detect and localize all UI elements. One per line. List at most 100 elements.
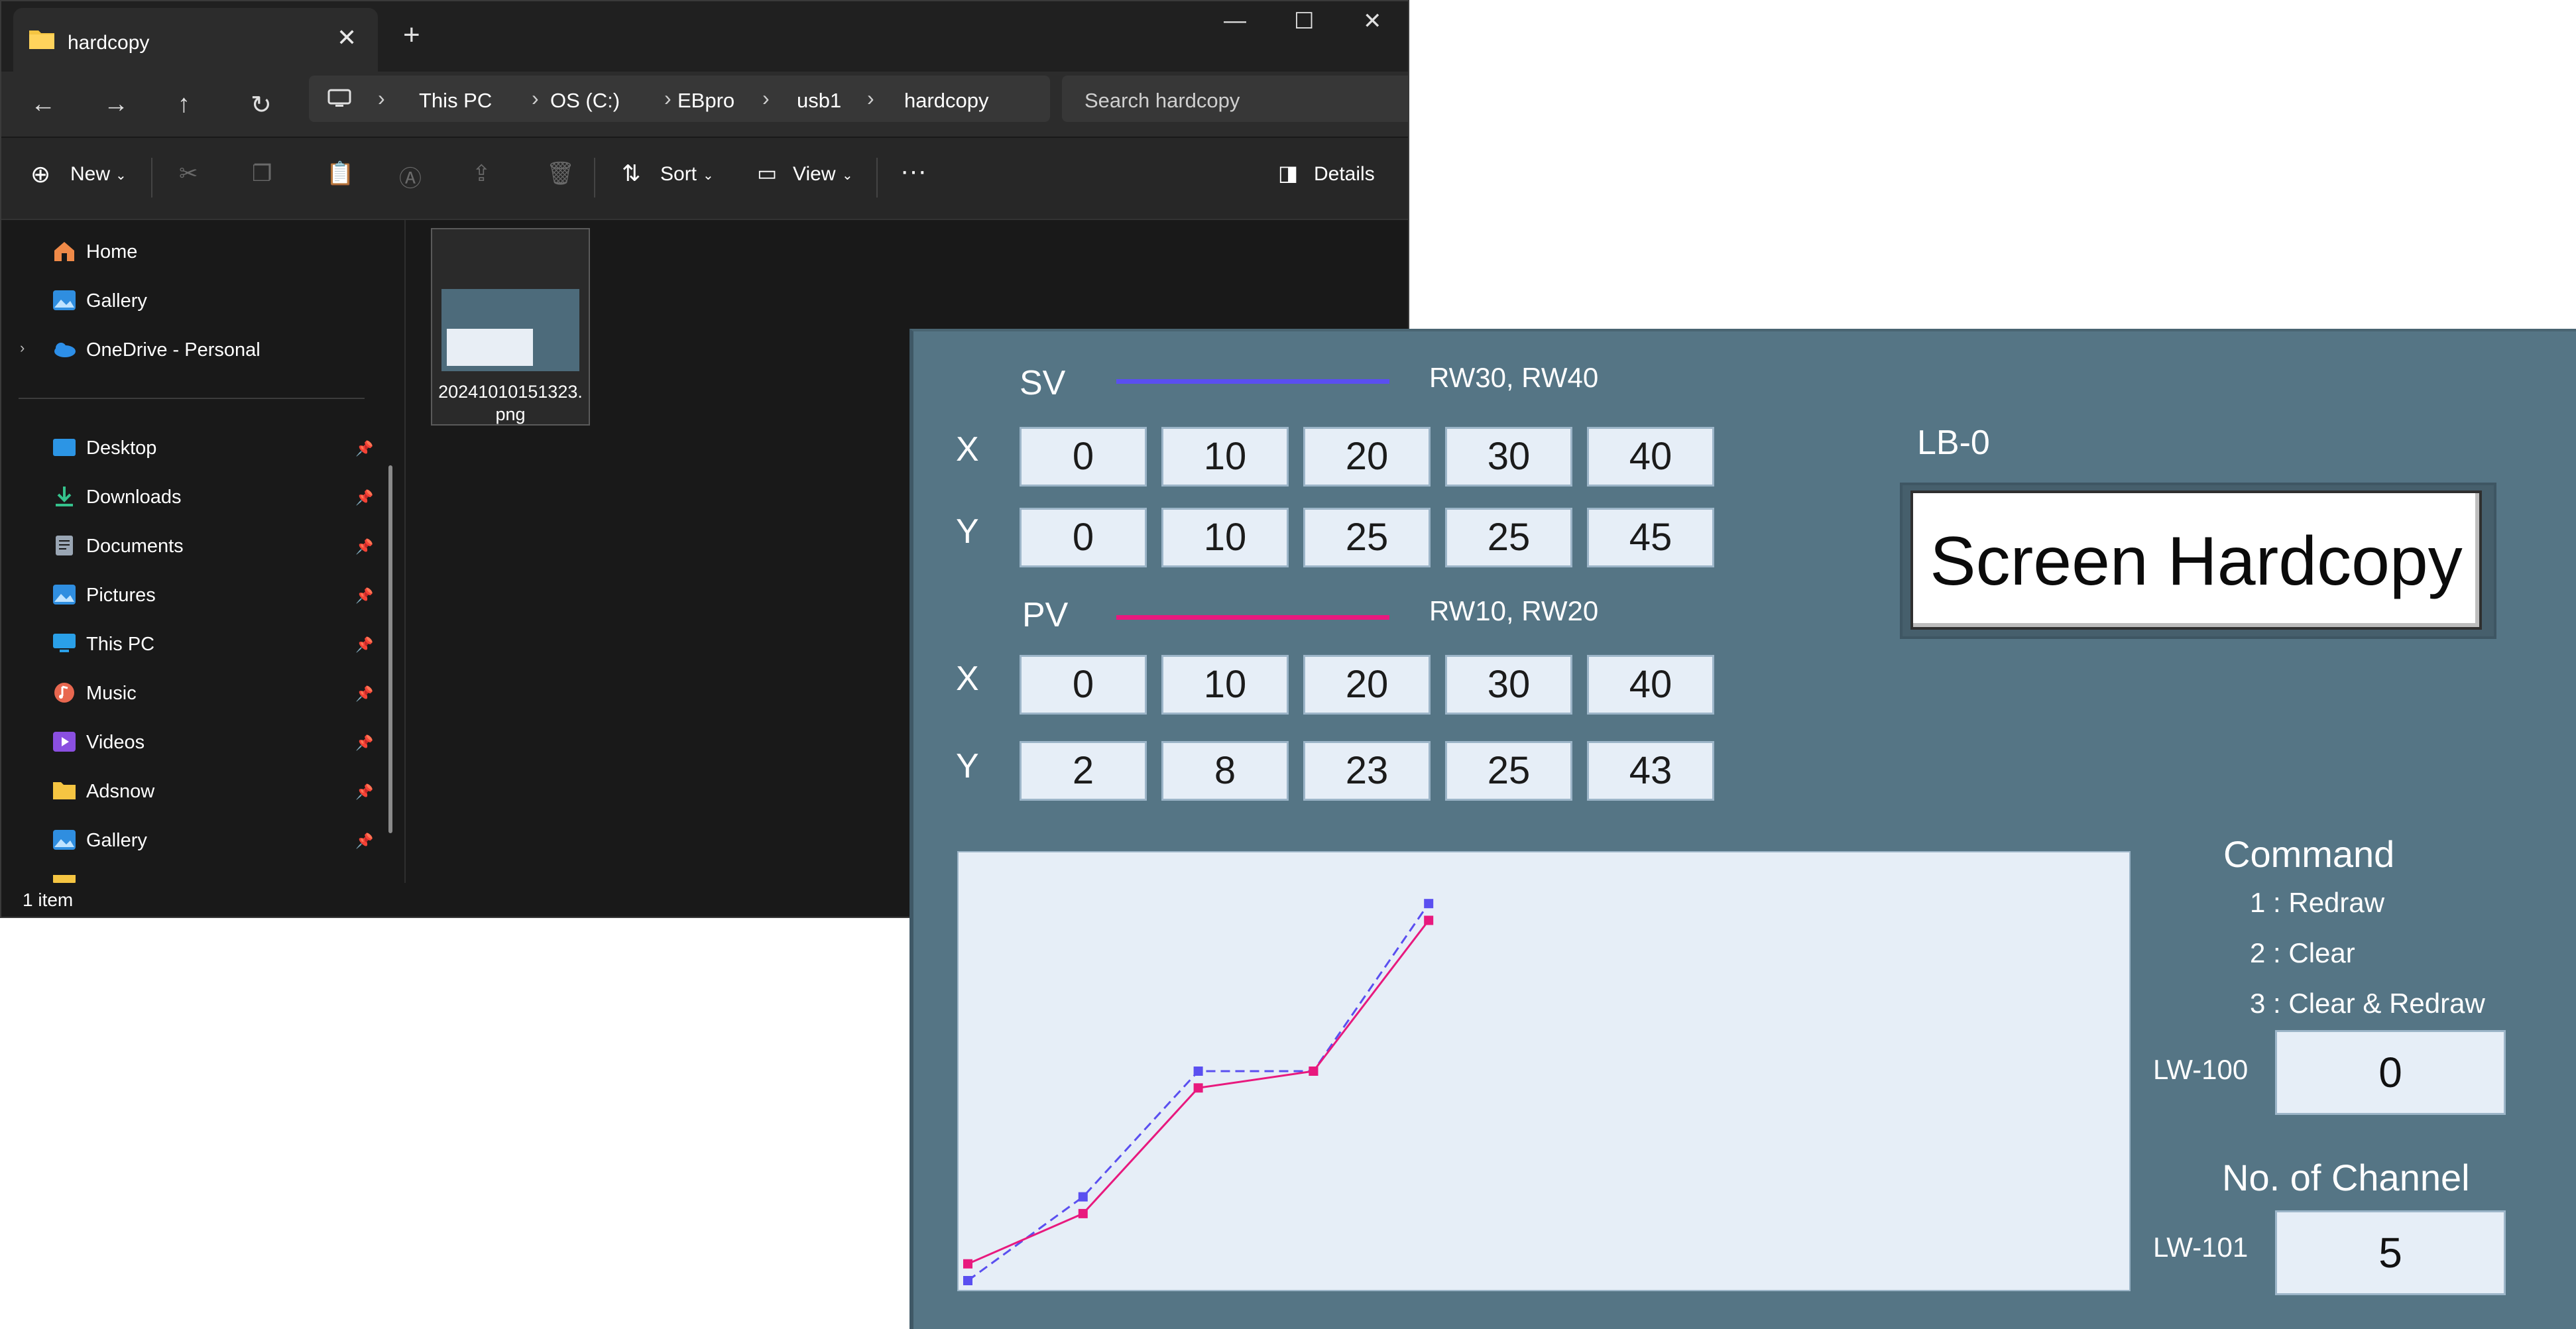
file-thumbnail: [441, 289, 579, 371]
cut-icon[interactable]: ✂: [179, 160, 198, 187]
new-button[interactable]: New: [70, 163, 110, 186]
details-button[interactable]: Details: [1314, 163, 1375, 186]
sv-x-cell[interactable]: 40: [1587, 427, 1714, 487]
sv-y-cell[interactable]: 25: [1445, 508, 1572, 567]
sv-y-cell[interactable]: 45: [1587, 508, 1714, 567]
rename-icon[interactable]: Ⓐ: [399, 160, 422, 193]
breadcrumb-os-c[interactable]: OS (C:): [550, 89, 620, 113]
sv-x-cell[interactable]: 30: [1445, 427, 1572, 487]
sidebar-item-this-pc[interactable]: This PC: [86, 634, 154, 656]
sidebar-divider: [19, 398, 365, 399]
sort-button[interactable]: Sort: [660, 163, 697, 186]
sidebar-item-onedrive[interactable]: OneDrive - Personal: [86, 339, 261, 361]
pv-y-cell[interactable]: 43: [1587, 741, 1714, 801]
minimize-button[interactable]: —: [1224, 8, 1246, 34]
sv-x-cell[interactable]: 0: [1020, 427, 1147, 487]
view-button[interactable]: View: [793, 163, 835, 186]
sidebar-item-documents[interactable]: Documents: [86, 536, 184, 557]
pv-x-cell[interactable]: 20: [1303, 655, 1431, 715]
paste-icon[interactable]: 📋: [326, 160, 354, 187]
sidebar-item-pictures[interactable]: Pictures: [86, 585, 156, 607]
pane-divider[interactable]: [404, 220, 406, 883]
sv-y-cell[interactable]: 25: [1303, 508, 1431, 567]
desktop-icon: [53, 439, 76, 456]
pv-x-cell[interactable]: 30: [1445, 655, 1572, 715]
sv-registers: RW30, RW40: [1429, 362, 1599, 393]
pin-icon: 📌: [355, 783, 374, 800]
tab-hardcopy[interactable]: hardcopy ✕: [13, 8, 378, 72]
sv-label: SV: [1020, 364, 1066, 402]
chevron-down-icon: ⌄: [115, 168, 127, 183]
breadcrumb-usb1[interactable]: usb1: [797, 89, 841, 113]
sidebar-item-adsnow[interactable]: Adsnow: [86, 781, 154, 803]
lw100-label: LW-100: [2153, 1054, 2249, 1085]
data-point-sv: [963, 1276, 972, 1285]
sidebar-item-gallery[interactable]: Gallery: [86, 290, 147, 312]
sidebar-scrollbar[interactable]: [388, 465, 392, 833]
tab-title: hardcopy: [68, 32, 150, 54]
delete-icon[interactable]: 🗑: [546, 160, 575, 187]
command-value-input[interactable]: 0: [2275, 1030, 2506, 1115]
sidebar-item-videos[interactable]: Videos: [86, 732, 145, 754]
maximize-button[interactable]: ☐: [1294, 8, 1314, 34]
sv-x-cell[interactable]: 10: [1161, 427, 1289, 487]
sv-x-cell[interactable]: 20: [1303, 427, 1431, 487]
breadcrumb-separator: ›: [867, 86, 874, 110]
pin-icon: 📌: [355, 587, 374, 604]
pv-x-cell[interactable]: 0: [1020, 655, 1147, 715]
breadcrumb-hardcopy[interactable]: hardcopy: [904, 89, 989, 113]
more-options-button[interactable]: ···: [900, 156, 927, 186]
sidebar-item-home[interactable]: Home: [86, 241, 137, 263]
folder-icon: [53, 875, 76, 883]
back-button[interactable]: ←: [30, 90, 56, 119]
breadcrumb-ebpro[interactable]: EBpro: [677, 89, 734, 113]
command-title: Command: [2223, 833, 2395, 875]
computer-icon: [327, 89, 351, 107]
sv-y-cell[interactable]: 10: [1161, 508, 1289, 567]
data-point-pv: [1078, 1208, 1088, 1218]
pv-x-cell[interactable]: 40: [1587, 655, 1714, 715]
file-item[interactable]: 20241010151323. png: [431, 228, 590, 426]
lw101-label: LW-101: [2153, 1232, 2249, 1263]
refresh-button[interactable]: ↻: [251, 90, 272, 120]
close-window-button[interactable]: ✕: [1363, 8, 1382, 34]
pv-y-cell[interactable]: 23: [1303, 741, 1431, 801]
breadcrumb-separator: ›: [762, 86, 770, 110]
sidebar-item-downloads[interactable]: Downloads: [86, 487, 181, 508]
plus-icon: ⊕: [30, 160, 51, 188]
breadcrumb[interactable]: › This PC › OS (C:) › EBpro › usb1 › har…: [309, 76, 1050, 122]
close-tab-icon[interactable]: ✕: [337, 24, 357, 52]
pv-y-cell[interactable]: 8: [1161, 741, 1289, 801]
breadcrumb-this-pc[interactable]: This PC: [419, 89, 492, 113]
computer-icon: [53, 634, 76, 652]
cloud-icon: [54, 343, 76, 357]
data-point-pv: [963, 1259, 972, 1269]
sidebar-item-gallery-pinned[interactable]: Gallery: [86, 830, 147, 852]
videos-icon: [53, 732, 76, 752]
up-button[interactable]: ↑: [178, 90, 190, 119]
copy-icon[interactable]: ❐: [252, 160, 272, 187]
channel-count-input[interactable]: 5: [2275, 1210, 2506, 1295]
pv-x-cell[interactable]: 10: [1161, 655, 1289, 715]
new-tab-button[interactable]: +: [403, 19, 420, 52]
item-count: 1 item: [23, 890, 74, 910]
share-icon[interactable]: ⇪: [472, 160, 491, 187]
sv-y-cell[interactable]: 0: [1020, 508, 1147, 567]
sidebar-item-desktop[interactable]: Desktop: [86, 437, 156, 459]
pv-x-row-label: X: [956, 660, 979, 698]
pv-y-cell[interactable]: 2: [1020, 741, 1147, 801]
sidebar-item-music[interactable]: Music: [86, 683, 137, 705]
file-name-line2: png: [495, 404, 526, 424]
search-input[interactable]: Search hardcopy: [1062, 76, 1408, 122]
sv-legend-line: [1116, 379, 1389, 384]
pv-y-cell[interactable]: 25: [1445, 741, 1572, 801]
toolbar-divider: [876, 158, 878, 198]
file-name: 20241010151323. png: [432, 380, 589, 426]
toolbar-divider: [594, 158, 595, 198]
data-point-pv: [1424, 915, 1434, 925]
chevron-right-icon[interactable]: ›: [20, 339, 25, 357]
folder-icon: [29, 30, 54, 49]
forward-button[interactable]: →: [103, 90, 129, 119]
screen-hardcopy-button[interactable]: Screen Hardcopy: [1910, 491, 2482, 630]
download-icon: [56, 487, 73, 506]
